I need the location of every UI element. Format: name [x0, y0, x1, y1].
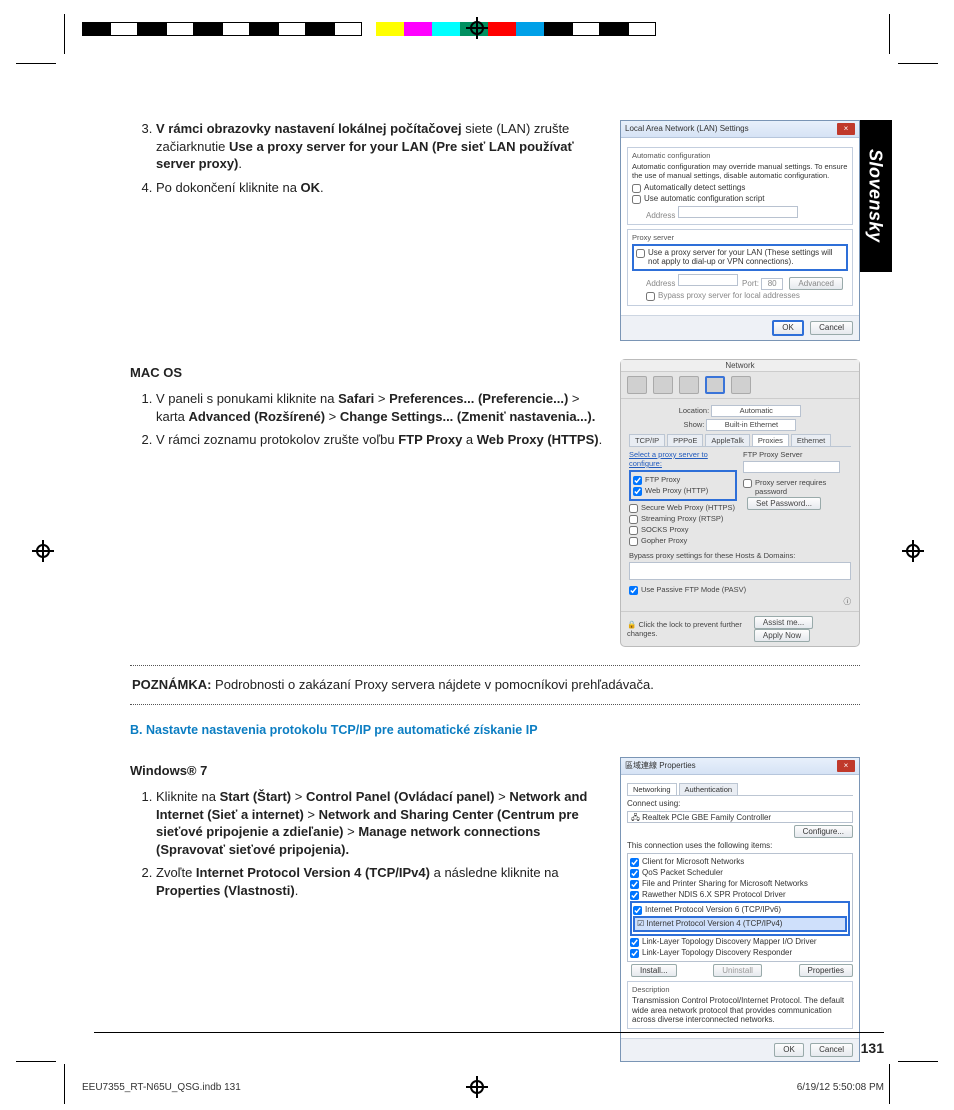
advanced-button[interactable]: Advanced: [789, 277, 843, 291]
footer-filename: EEU7355_RT-N65U_QSG.indb 131: [82, 1082, 241, 1093]
use-proxy-checkbox[interactable]: Use a proxy server for your LAN (These s…: [632, 244, 848, 271]
lan-settings-dialog: Local Area Network (LAN) Settings × Autom…: [620, 120, 860, 341]
mac-network-dialog: Network Location: Automatic Show: Built-…: [620, 359, 860, 647]
language-side-tab: Slovensky: [858, 120, 892, 272]
properties-tabs[interactable]: NetworkingAuthentication: [627, 783, 853, 796]
registration-mark-icon: [32, 540, 54, 562]
ipv6-item[interactable]: Internet Protocol Version 6 (TCP/IPv6): [633, 905, 847, 915]
registration-mark-icon: [466, 17, 488, 39]
displays-icon[interactable]: [653, 376, 673, 394]
list-item[interactable]: File and Printer Sharing for Microsoft N…: [630, 879, 850, 889]
mac-tabs[interactable]: TCP/IPPPPoEAppleTalkProxiesEthernet: [629, 434, 851, 447]
ipv4-item-selected[interactable]: ☑ Internet Protocol Version 4 (TCP/IPv4): [633, 916, 847, 932]
note-box: POZNÁMKA: Podrobnosti o zakázaní Proxy s…: [130, 665, 860, 705]
page-rule: [94, 1032, 884, 1033]
showall-icon[interactable]: [627, 376, 647, 394]
page-number: 131: [861, 1040, 884, 1056]
win7-step-1: Kliknite na Start (Štart) > Control Pane…: [156, 788, 606, 858]
list-item[interactable]: Rawether NDIS 6.X SPR Protocol Driver: [630, 890, 850, 900]
step-4: Po dokončení kliknite na OK.: [156, 179, 606, 197]
section-b-title: B. Nastavte nastavenia protokolu TCP/IP …: [130, 723, 860, 737]
win7-step-2: Zvoľte Internet Protocol Version 4 (TCP/…: [156, 864, 606, 899]
list-item[interactable]: Link-Layer Topology Discovery Responder: [630, 948, 850, 958]
group-label: Proxy server: [632, 233, 848, 242]
step-3: V rámci obrazovky nastavení lokálnej poč…: [156, 120, 606, 173]
dialog-title: Local Area Network (LAN) Settings: [625, 124, 749, 134]
dialog-title: 區域連線 Properties: [625, 761, 696, 771]
dialog-title: Network: [621, 360, 859, 372]
registration-mark-icon: [902, 540, 924, 562]
steps-list-win7: Kliknite na Start (Štart) > Control Pane…: [130, 788, 606, 899]
properties-button[interactable]: Properties: [799, 964, 853, 978]
uninstall-button[interactable]: Uninstall: [713, 964, 762, 978]
close-icon[interactable]: ×: [837, 760, 855, 772]
mac-step-2: V rámci zoznamu protokolov zrušte voľbu …: [156, 431, 606, 449]
assist-button[interactable]: Assist me...: [754, 616, 813, 629]
steps-list-macos: V paneli s ponukami kliknite na Safari >…: [130, 390, 606, 449]
list-item[interactable]: Client for Microsoft Networks: [630, 857, 850, 867]
pasv-checkbox[interactable]: Use Passive FTP Mode (PASV): [629, 585, 851, 595]
set-password-button[interactable]: Set Password...: [747, 497, 821, 510]
list-item[interactable]: Link-Layer Topology Discovery Mapper I/O…: [630, 937, 850, 947]
select-proxy-label: Select a proxy server to configure:: [629, 450, 737, 468]
configure-button[interactable]: Configure...: [794, 825, 853, 839]
connection-properties-dialog: 區域連線 Properties × NetworkingAuthenticatio…: [620, 757, 860, 1061]
list-item[interactable]: QoS Packet Scheduler: [630, 868, 850, 878]
web-proxy-checkbox[interactable]: Web Proxy (HTTP): [633, 486, 733, 496]
lock-text: 🔒 Click the lock to prevent further chan…: [627, 620, 750, 638]
footer-timestamp: 6/19/12 5:50:08 PM: [797, 1082, 884, 1093]
auto-script-checkbox[interactable]: Use automatic configuration script: [632, 194, 848, 204]
auto-detect-checkbox[interactable]: Automatically detect settings: [632, 183, 848, 193]
note-label: POZNÁMKA:: [132, 677, 211, 692]
sound-icon[interactable]: [679, 376, 699, 394]
note-text: Podrobnosti o zakázaní Proxy servera náj…: [211, 677, 653, 692]
group-label: Automatic configuration: [632, 151, 848, 160]
color-registration-bar: [82, 22, 656, 36]
bypass-checkbox[interactable]: Bypass proxy server for local addresses: [646, 291, 848, 301]
macos-heading: MAC OS: [130, 365, 606, 380]
windows7-heading: Windows® 7: [130, 763, 606, 778]
mac-toolbar: [621, 372, 859, 399]
network-icon[interactable]: [705, 376, 725, 394]
ok-button[interactable]: OK: [772, 320, 804, 336]
cancel-button[interactable]: Cancel: [810, 321, 853, 335]
startupdisk-icon[interactable]: [731, 376, 751, 394]
apply-now-button[interactable]: Apply Now: [754, 629, 810, 642]
steps-list-proxy: V rámci obrazovky nastavení lokálnej poč…: [130, 120, 606, 196]
page-content: V rámci obrazovky nastavení lokálnej poč…: [130, 120, 860, 1080]
ok-button[interactable]: OK: [774, 1043, 804, 1057]
close-icon[interactable]: ×: [837, 123, 855, 135]
ftp-proxy-checkbox[interactable]: FTP Proxy: [633, 475, 733, 485]
install-button[interactable]: Install...: [631, 964, 677, 978]
cancel-button[interactable]: Cancel: [810, 1043, 853, 1057]
auto-desc: Automatic configuration may override man…: [632, 162, 848, 180]
mac-step-1: V paneli s ponukami kliknite na Safari >…: [156, 390, 606, 425]
